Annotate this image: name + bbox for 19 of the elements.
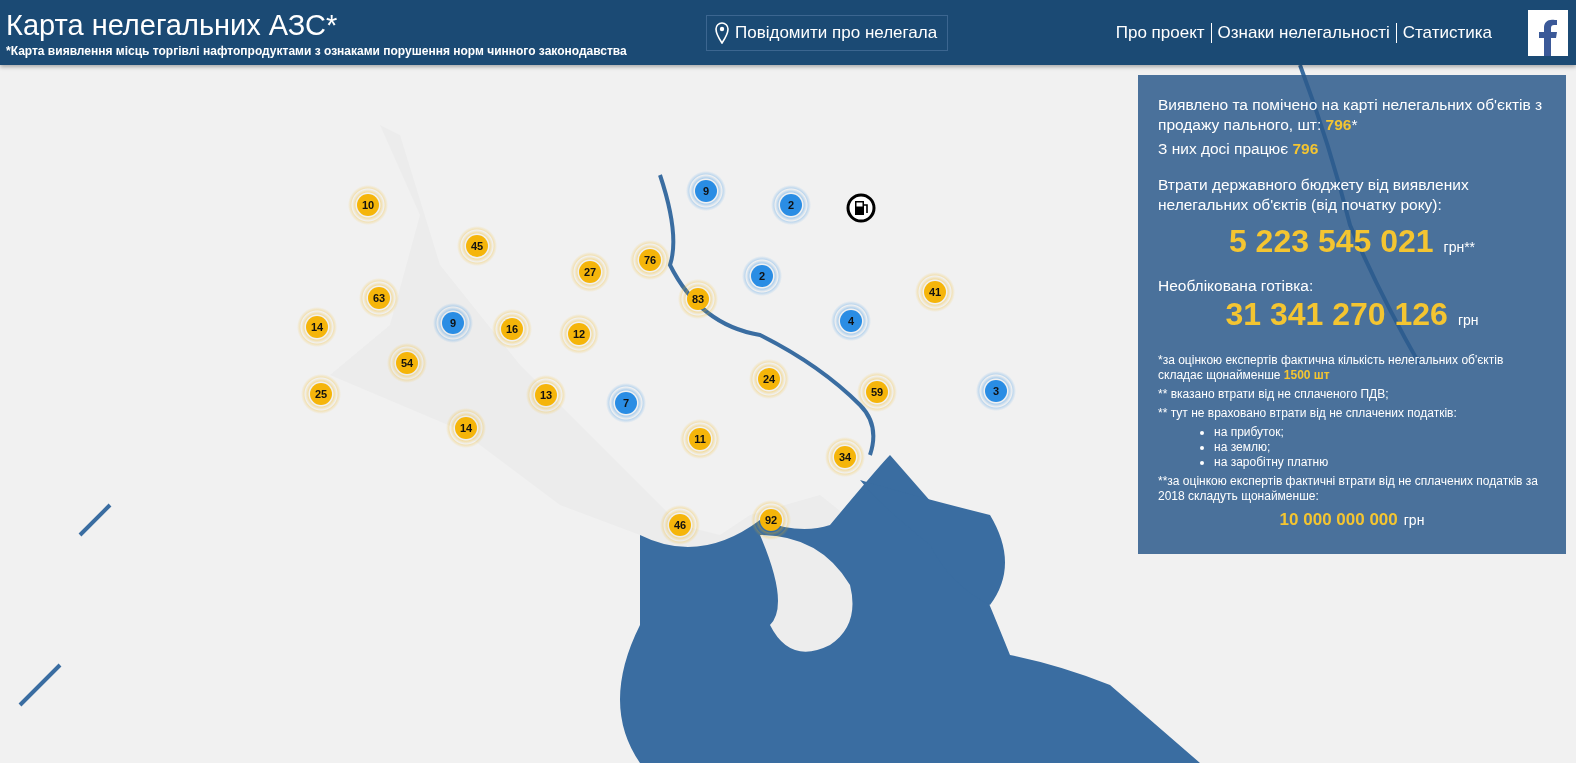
cash-label: Необлікована готівка: xyxy=(1158,276,1315,296)
cash-value: 31 341 270 126 xyxy=(1225,296,1448,333)
working-count-text: З них досі працює 796 xyxy=(1158,139,1320,159)
footnote-text: *за оцінкою експертів фактична кількість нелегальних об'єктів складає щонайменше 1500 шт xyxy=(1158,353,1505,383)
footnote-text: ** вказано втрати від не сплаченого ПДВ; xyxy=(1158,387,1390,402)
list-item: на заробітну платню xyxy=(1200,455,1329,470)
footnote-text: ** тут не враховано втрати від не сплачених податків: xyxy=(1158,406,1458,421)
detected-count-text: Виявлено та помічено на карті нелегальних об'єктів з продажу пального, шт: 796* xyxy=(1158,95,1544,135)
losses-label: Втрати державного бюджету від виявлених нелегальних об'єктів (від початку року): xyxy=(1158,175,1470,215)
page-title: Карта нелегальних АЗС* xyxy=(6,7,339,42)
currency-label: грн** xyxy=(1443,239,1476,255)
list-item: на землю; xyxy=(1200,440,1271,455)
estimate-value: 10 000 000 000 xyxy=(1279,510,1398,530)
currency-label: грн xyxy=(1403,512,1425,528)
footnote-text: **за оцінкою експертів фактичні втрати від не сплачених податків за 2018 складуть щонайменше: xyxy=(1158,474,1539,504)
currency-label: грн xyxy=(1457,312,1479,328)
losses-value: 5 223 545 021 xyxy=(1228,223,1434,260)
list-item: на прибуток; xyxy=(1200,425,1284,440)
page-subtitle: *Карта виявлення місць торгівлі нафтопродуктами з ознаками порушення норм чинного законодавства xyxy=(6,43,628,58)
